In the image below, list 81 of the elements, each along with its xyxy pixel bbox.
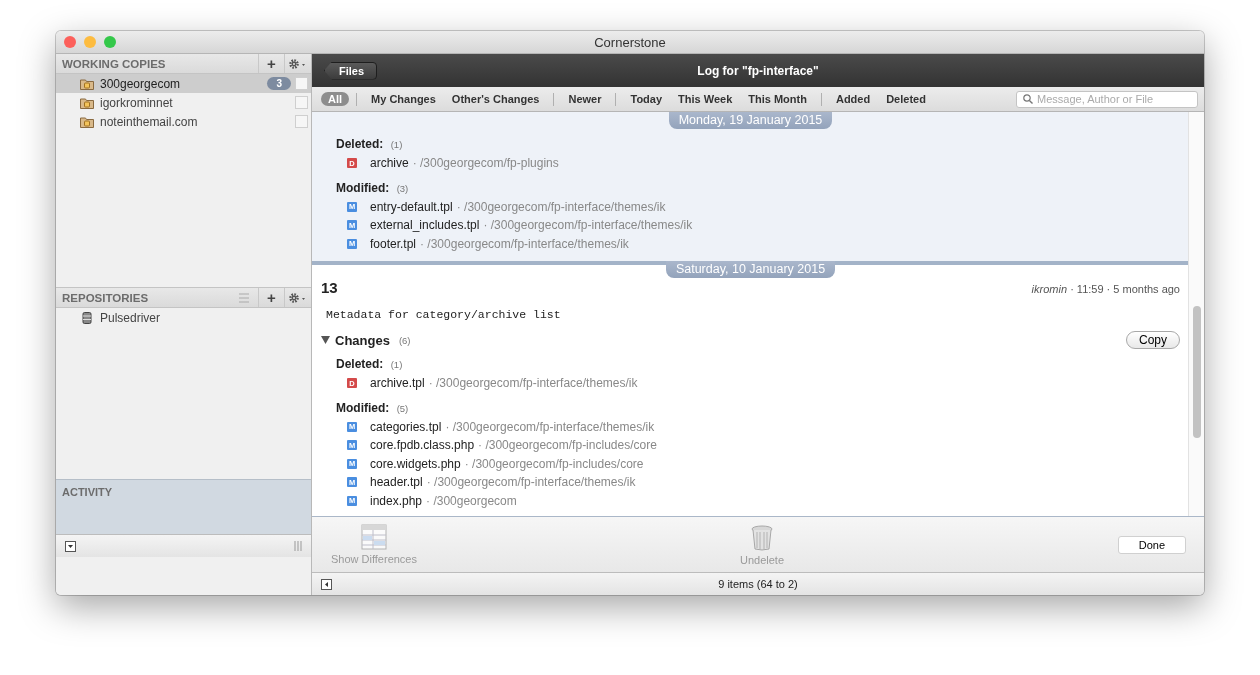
close-button[interactable]	[64, 36, 76, 48]
folder-lock-icon	[80, 115, 94, 128]
change-group-title: Deleted: (1)	[336, 357, 404, 371]
add-button[interactable]: +	[258, 54, 284, 73]
working-copy-item[interactable]: 300georgecom 3	[56, 74, 311, 93]
checkbox[interactable]	[295, 96, 308, 109]
filter-tab[interactable]: This Week	[671, 92, 740, 106]
file-name: external_includes.tpl	[370, 218, 480, 233]
file-path: · /300georgecom	[426, 493, 517, 508]
file-name: core.fpdb.class.php	[370, 438, 475, 453]
file-path: · /300georgecom/fp-interface/themes/ik	[483, 218, 693, 233]
resize-handle-icon[interactable]	[294, 541, 302, 551]
working-copy-item[interactable]: igorkrominnet	[56, 93, 311, 112]
section-title: REPOSITORIES	[61, 291, 150, 304]
file-path: · /300georgecom/fp-interface/themes/ik	[428, 376, 638, 391]
file-path: · /300georgecom/fp-interface/themes/ik	[456, 199, 666, 214]
folder-lock-icon	[80, 96, 94, 109]
collapse-icon[interactable]	[321, 578, 332, 590]
repository-item[interactable]: Pulsedriver	[56, 308, 311, 327]
changes-toggle[interactable]: Changes (6)	[321, 332, 411, 348]
filter-tab[interactable]: Newer	[561, 92, 609, 106]
filter-tab[interactable]: This Month	[741, 92, 814, 106]
search-icon	[1023, 94, 1033, 104]
copy-button[interactable]: Copy	[1126, 331, 1180, 349]
working-copy-name: noteinthemail.com	[100, 114, 199, 129]
item-count: 9 items (64 to 2)	[717, 578, 799, 590]
file-path: · /300georgecom/fp-interface/themes/ik	[445, 419, 655, 434]
checkbox[interactable]	[295, 77, 308, 90]
commit-info: ikromin · 11:59 · 5 months ago	[1031, 283, 1180, 295]
checkbox[interactable]	[295, 115, 308, 128]
section-title: ACTIVITY	[62, 486, 113, 498]
file-path: · /300georgecom/fp-includes/core	[478, 438, 657, 453]
log-entry[interactable]	[312, 112, 1188, 261]
section-title: WORKING COPIES	[61, 57, 167, 70]
filter-tab[interactable]: Deleted	[879, 92, 933, 106]
table-icon	[361, 524, 387, 550]
minimize-button[interactable]	[84, 36, 96, 48]
folder-lock-icon	[80, 77, 94, 90]
file-name: footer.tpl	[370, 236, 417, 251]
filter-tab[interactable]: Today	[623, 92, 670, 106]
list-icon[interactable]	[238, 292, 250, 303]
window-title: Cornerstone	[594, 34, 666, 50]
revision-number: 13	[321, 279, 338, 296]
scrollbar-thumb[interactable]	[1193, 306, 1201, 438]
change-group-title: Deleted: (1)	[336, 137, 404, 151]
collapse-icon[interactable]	[65, 540, 76, 552]
done-button[interactable]: Done	[1117, 535, 1186, 554]
search-field[interactable]: Message, Author or File	[1016, 90, 1198, 108]
file-name: archive.tpl	[370, 376, 425, 391]
log-title: Log for "fp-interface"	[697, 63, 819, 78]
file-name: index.php	[370, 493, 423, 508]
filter-tab[interactable]: Added	[828, 92, 878, 106]
change-count-badge: 3	[267, 77, 291, 90]
file-path: · /300georgecom/fp-interface/themes/ik	[426, 475, 636, 490]
change-group-title: Modified: (5)	[336, 400, 410, 415]
date-header: Monday, 19 January 2015	[668, 112, 833, 129]
file-name: entry-default.tpl	[370, 199, 453, 214]
file-name: header.tpl	[370, 475, 423, 490]
database-icon	[80, 310, 94, 325]
repository-name: Pulsedriver	[100, 310, 162, 325]
disclosure-triangle-icon	[321, 336, 330, 344]
working-copy-name: 300georgecom	[100, 76, 182, 91]
file-name: categories.tpl	[370, 419, 442, 434]
gear-menu-icon[interactable]	[288, 291, 308, 304]
filter-tab[interactable]: Other's Changes	[444, 92, 547, 106]
file-name: core.widgets.php	[370, 456, 461, 471]
working-copy-item[interactable]: noteinthemail.com	[56, 112, 311, 131]
file-path: · /300georgecom/fp-interface/themes/ik	[420, 236, 629, 251]
back-button[interactable]: Files	[324, 61, 378, 80]
date-header: Saturday, 10 January 2015	[665, 261, 836, 278]
filter-tab[interactable]: My Changes	[364, 92, 443, 106]
zoom-button[interactable]	[104, 36, 116, 48]
working-copy-name: igorkrominnet	[100, 95, 174, 110]
file-path: · /300georgecom/fp-includes/core	[464, 456, 644, 471]
gear-menu-icon[interactable]	[288, 57, 308, 70]
change-group-title: Modified: (3)	[336, 180, 410, 195]
commit-message: Metadata for category/archive list	[326, 308, 562, 321]
add-button[interactable]: +	[258, 288, 284, 307]
trash-can-icon	[749, 523, 775, 551]
file-path: · /300georgecom/fp-plugins	[412, 156, 559, 171]
file-name: archive	[370, 156, 409, 171]
